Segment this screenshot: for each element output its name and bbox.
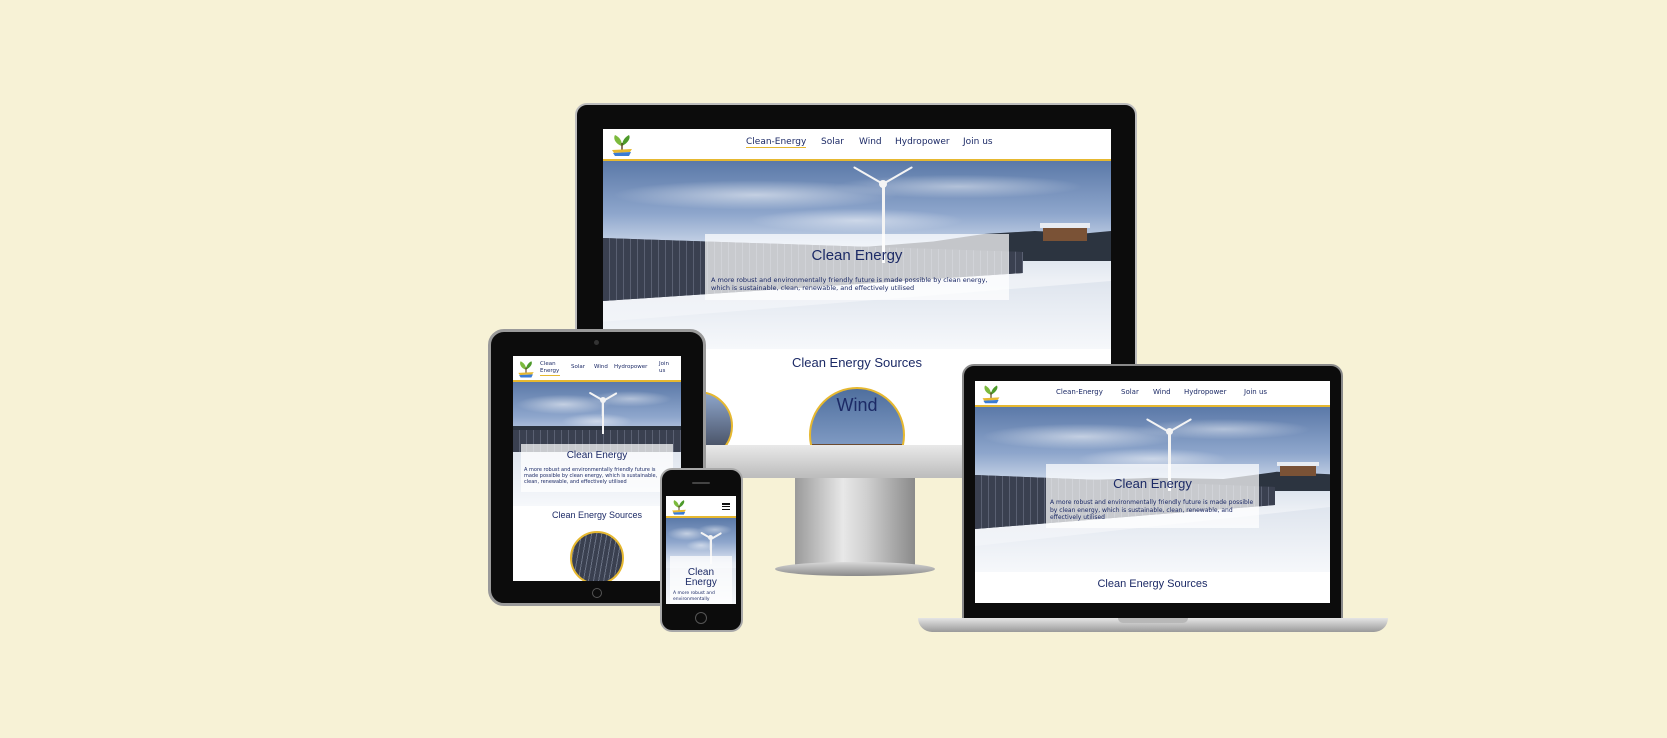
laptop-hero: Clean Energy A more robust and environme… [975, 407, 1330, 572]
leaf-logo-icon[interactable] [670, 498, 688, 516]
nav-link-join-us[interactable]: Join us [659, 361, 675, 375]
nav-link-join-us[interactable]: Join us [963, 137, 993, 147]
hamburger-icon[interactable] [722, 503, 730, 511]
nav-link-hydropower[interactable]: Hydropower [895, 137, 950, 147]
laptop-navbar: Clean-Energy Solar Wind Hydropower Join … [975, 381, 1330, 407]
phone-screen: Clean Energy A more robust and environme… [666, 496, 736, 604]
hero-title: Clean Energy [685, 567, 717, 588]
tablet-hero: Clean Energy A more robust and environme… [513, 382, 681, 506]
nav-link-hydropower[interactable]: Hydropower [1184, 388, 1227, 396]
nav-link-wind[interactable]: Wind [1153, 388, 1171, 396]
nav-link-solar[interactable]: Solar [571, 364, 585, 370]
cabin-roof [1040, 223, 1090, 228]
laptop-notch [1118, 618, 1188, 623]
nav-link-join-us[interactable]: Join us [1244, 388, 1267, 396]
monitor-stand-neck [795, 478, 915, 568]
nav-link-hydropower[interactable]: Hydropower [614, 364, 647, 370]
tablet-home-button[interactable] [592, 588, 602, 598]
turbine-blade [710, 538, 712, 551]
nav-link-clean-energy[interactable]: Clean-Energy [746, 137, 807, 148]
hero-card: Clean Energy A more robust and environme… [705, 234, 1009, 300]
desktop-hero: Clean Energy A more robust and environme… [603, 161, 1111, 349]
hero-title: Clean Energy [566, 450, 628, 461]
phone-navbar [666, 496, 736, 518]
desktop-navbar: Clean-Energy Solar Wind Hydropower Join … [603, 129, 1111, 161]
turbine-blade [602, 400, 604, 417]
tablet-screen: Clean Energy Solar Wind Hydropower Join … [513, 356, 681, 581]
hero-text: A more robust and environmentally friend… [524, 467, 658, 485]
phone-speaker [692, 482, 710, 484]
nav-link-solar[interactable]: Solar [1121, 388, 1139, 396]
turbine-blade [882, 184, 884, 218]
nav-link-clean-energy[interactable]: Clean-Energy [1056, 388, 1103, 396]
solar-circle[interactable] [570, 531, 624, 581]
sources-title: Clean Energy Sources [1097, 578, 1208, 590]
wind-label: Wind [836, 395, 878, 415]
phone-hero: Clean Energy A more robust and environme… [666, 518, 736, 604]
leaf-logo-icon[interactable] [516, 359, 536, 379]
hero-text: A more robust and environmentally friend… [711, 276, 988, 292]
nav-link-clean-energy[interactable]: Clean Energy [540, 361, 560, 376]
phone-home-button[interactable] [695, 612, 707, 624]
cabin-roof [1277, 462, 1319, 466]
cabin [1280, 465, 1316, 476]
hero-text: A more robust and environmentally [673, 591, 715, 602]
leaf-logo-icon[interactable] [980, 383, 1002, 405]
tablet-camera [594, 340, 599, 345]
sources-title: Clean Energy Sources [551, 510, 643, 520]
wind-circle[interactable]: Wind [809, 387, 905, 445]
hero-card: Clean Energy A more robust and environme… [670, 556, 732, 604]
hero-title: Clean Energy [1113, 476, 1192, 491]
leaf-logo-icon[interactable] [609, 132, 635, 158]
hero-title: Clean Energy [811, 247, 903, 264]
hero-clouds [666, 518, 736, 557]
nav-link-wind[interactable]: Wind [859, 137, 882, 147]
hero-text: A more robust and environmentally friend… [1050, 499, 1254, 521]
cabin [1043, 227, 1087, 241]
hero-card: Clean Energy A more robust and environme… [1046, 464, 1259, 528]
tablet-navbar: Clean Energy Solar Wind Hydropower Join … [513, 356, 681, 382]
nav-link-solar[interactable]: Solar [821, 137, 844, 147]
hero-card: Clean Energy A more robust and environme… [521, 444, 673, 492]
laptop-screen: Clean-Energy Solar Wind Hydropower Join … [975, 381, 1330, 603]
monitor-stand-base [775, 562, 935, 576]
nav-link-wind[interactable]: Wind [594, 364, 608, 370]
turbine-blade [1168, 432, 1170, 458]
